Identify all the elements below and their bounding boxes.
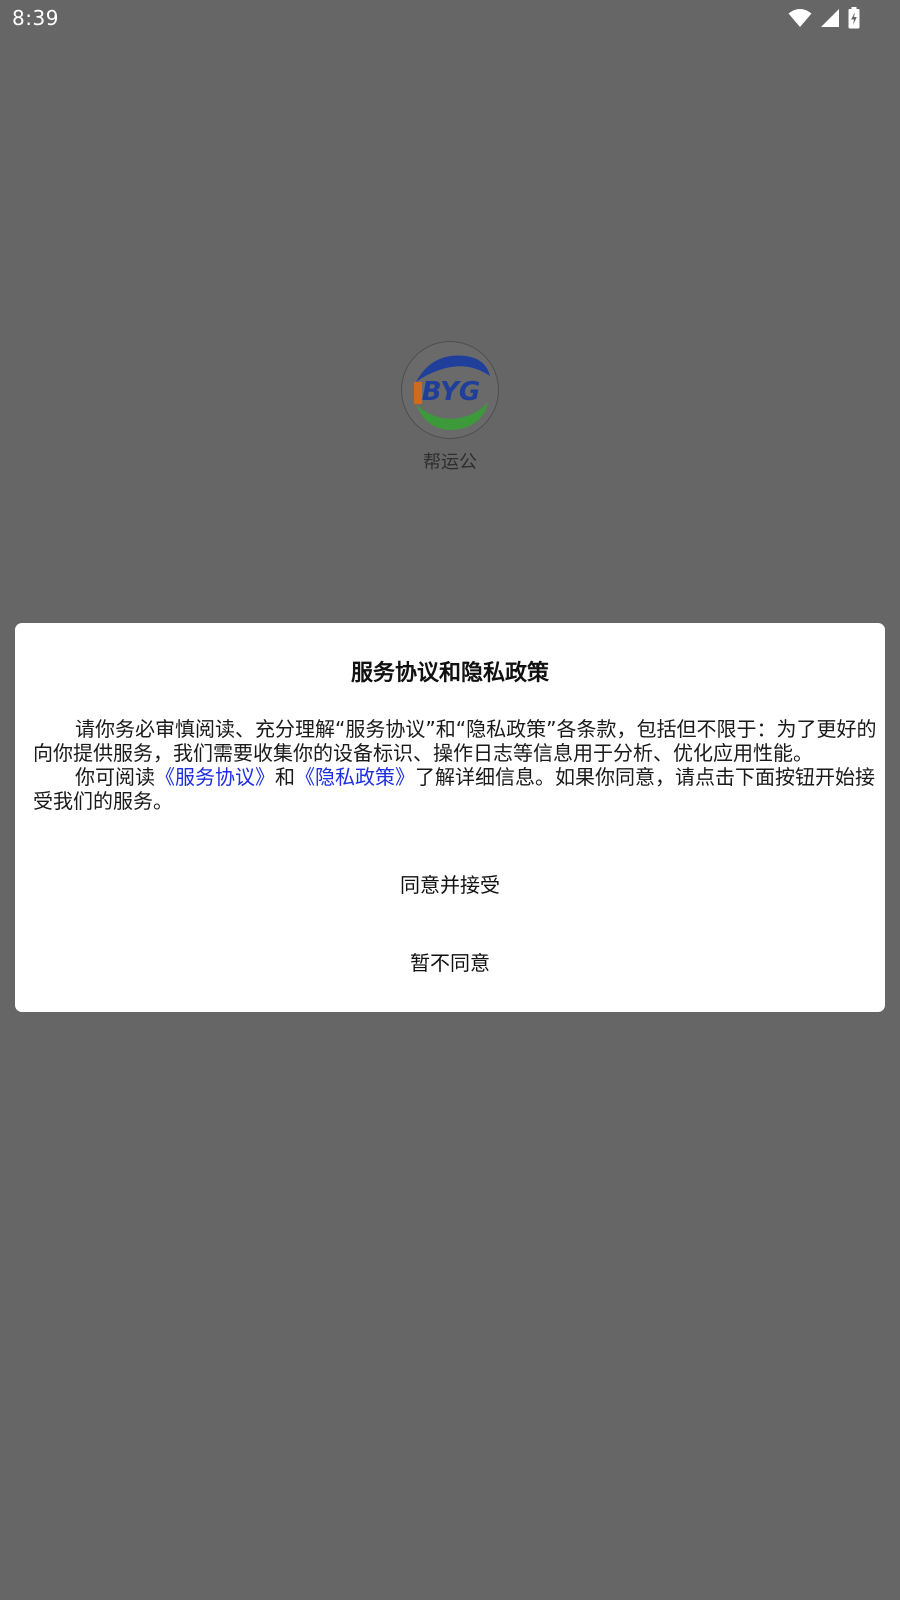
dialog-paragraph-1: 请你务必审慎阅读、充分理解“服务协议”和“隐私政策”各条款，包括但不限于：为了更…: [33, 717, 877, 765]
dialog-body: 请你务必审慎阅读、充分理解“服务协议”和“隐私政策”各条款，包括但不限于：为了更…: [33, 717, 879, 813]
wifi-icon: [788, 8, 812, 28]
logo-text: BYG: [422, 377, 481, 407]
service-agreement-link[interactable]: 《服务协议》: [155, 765, 275, 789]
status-time: 8:39: [12, 6, 59, 30]
paragraph-2-mid: 和: [275, 765, 295, 789]
battery-charging-icon: [848, 7, 860, 29]
dialog-title: 服务协议和隐私政策: [350, 661, 549, 686]
cellular-signal-icon: [820, 8, 840, 28]
dialog-paragraph-2: 你可阅读《服务协议》和《隐私政策》了解详细信息。如果你同意，请点击下面按钮开始接…: [33, 765, 879, 813]
privacy-dialog: 服务协议和隐私政策 请你务必审慎阅读、充分理解“服务协议”和“隐私政策”各条款，…: [15, 623, 885, 1012]
privacy-policy-link[interactable]: 《隐私政策》: [295, 765, 415, 789]
app-name-label: 帮运公: [423, 452, 477, 473]
paragraph-2-prefix: 你可阅读: [75, 765, 155, 789]
status-bar: 8:39: [0, 0, 900, 36]
decline-button[interactable]: 暂不同意: [15, 932, 885, 990]
agree-button[interactable]: 同意并接受: [15, 854, 885, 912]
status-icons: [788, 7, 860, 29]
app-logo: BYG: [401, 341, 499, 439]
screen: 8:39 BYG 帮运公 服务协议和隐私政策 请你务必审慎阅读、充分理解“服务协…: [0, 0, 900, 1600]
